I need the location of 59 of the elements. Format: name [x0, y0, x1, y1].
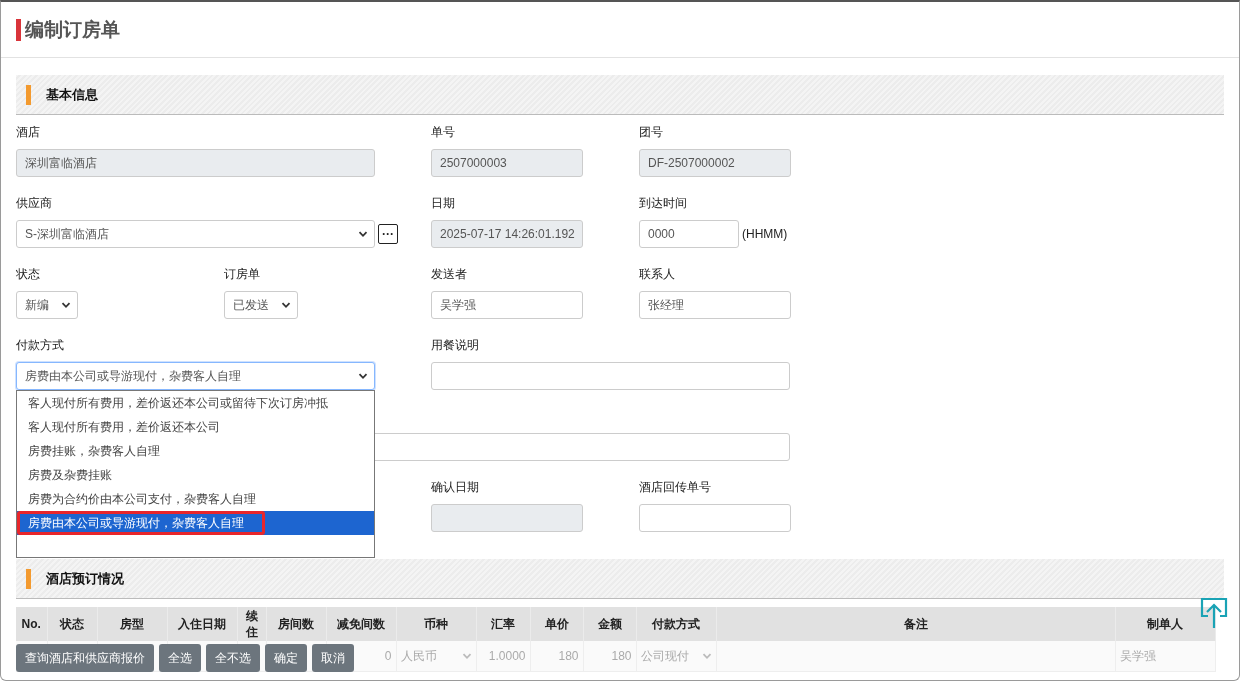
- readonly-field: 2507000003: [431, 149, 583, 177]
- action-button[interactable]: 全选: [159, 644, 201, 672]
- column-header: 币种: [396, 607, 476, 641]
- column-header: 状态: [47, 607, 97, 641]
- select-field[interactable]: 已发送: [224, 291, 298, 319]
- column-header: 制单人: [1115, 607, 1215, 641]
- time-format-hint: (HHMM): [742, 227, 788, 241]
- field-label: 状态: [16, 266, 41, 283]
- field-label: 发送者: [431, 266, 468, 283]
- field-label: 团号: [639, 124, 664, 141]
- field-label: 酒店回传单号: [639, 479, 712, 496]
- column-header: No.: [16, 607, 47, 641]
- table-cell: 1.0000: [476, 641, 530, 672]
- column-header: 入住日期: [167, 607, 237, 641]
- field-label: 用餐说明: [431, 337, 480, 354]
- field-label: 日期: [431, 195, 456, 212]
- field-label: 付款方式: [16, 337, 65, 354]
- page-title: 编制订房单: [16, 18, 120, 41]
- input-field[interactable]: 吴学强: [431, 291, 583, 319]
- field-label: 到达时间: [639, 195, 688, 212]
- input-field[interactable]: 张经理: [639, 291, 791, 319]
- field-label: 供应商: [16, 195, 53, 212]
- dropdown-option[interactable]: 房费由本公司或导游现付，杂费客人自理: [17, 511, 374, 535]
- table-cell: 吴学强: [1115, 641, 1215, 672]
- table-cell: 180: [583, 641, 636, 672]
- dropdown-option[interactable]: 房费及杂费挂账: [17, 463, 374, 487]
- column-header: 付款方式: [636, 607, 716, 641]
- dropdown-option[interactable]: 客人现付所有费用，差价返还本公司: [17, 415, 374, 439]
- column-header: 房间数: [266, 607, 326, 641]
- select-field[interactable]: S-深圳富临酒店: [16, 220, 375, 248]
- column-header: 房型: [97, 607, 167, 641]
- column-header: 金额: [583, 607, 636, 641]
- dropdown-option[interactable]: 房费挂账，杂费客人自理: [17, 439, 374, 463]
- field-label: 单号: [431, 124, 456, 141]
- select-field[interactable]: 房费由本公司或导游现付，杂费客人自理: [16, 362, 375, 390]
- section-header: 酒店预订情况: [16, 559, 1224, 599]
- action-button[interactable]: 全不选: [206, 644, 260, 672]
- column-header: 汇率: [476, 607, 530, 641]
- action-button[interactable]: 取消: [312, 644, 354, 672]
- column-header: 备注: [716, 607, 1115, 641]
- select-field[interactable]: 新编: [16, 291, 78, 319]
- column-header: 减免间数: [326, 607, 396, 641]
- field-label: 订房单: [224, 266, 261, 283]
- action-button[interactable]: 查询酒店和供应商报价: [16, 644, 154, 672]
- dropdown-option[interactable]: 房费为合约价由本公司支付，杂费客人自理: [17, 487, 374, 511]
- field-label: 联系人: [639, 266, 676, 283]
- column-header: 单价: [530, 607, 583, 641]
- field-label: 确认日期: [431, 479, 480, 496]
- time-input-field[interactable]: 0000: [639, 220, 739, 248]
- readonly-field: DF-2507000002: [639, 149, 791, 177]
- field-label: 酒店: [16, 124, 41, 141]
- section-header: 基本信息: [16, 75, 1224, 115]
- action-button[interactable]: 确定: [265, 644, 307, 672]
- table-cell: 180: [530, 641, 583, 672]
- more-button[interactable]: ···: [378, 224, 398, 244]
- readonly-field: 深圳富临酒店: [16, 149, 375, 177]
- dropdown-option[interactable]: 客人现付所有费用，差价返还本公司或留待下次订房冲抵: [17, 391, 374, 415]
- column-header: 续住: [237, 607, 266, 641]
- readonly-field: 2025-07-17 14:26:01.192: [431, 220, 583, 248]
